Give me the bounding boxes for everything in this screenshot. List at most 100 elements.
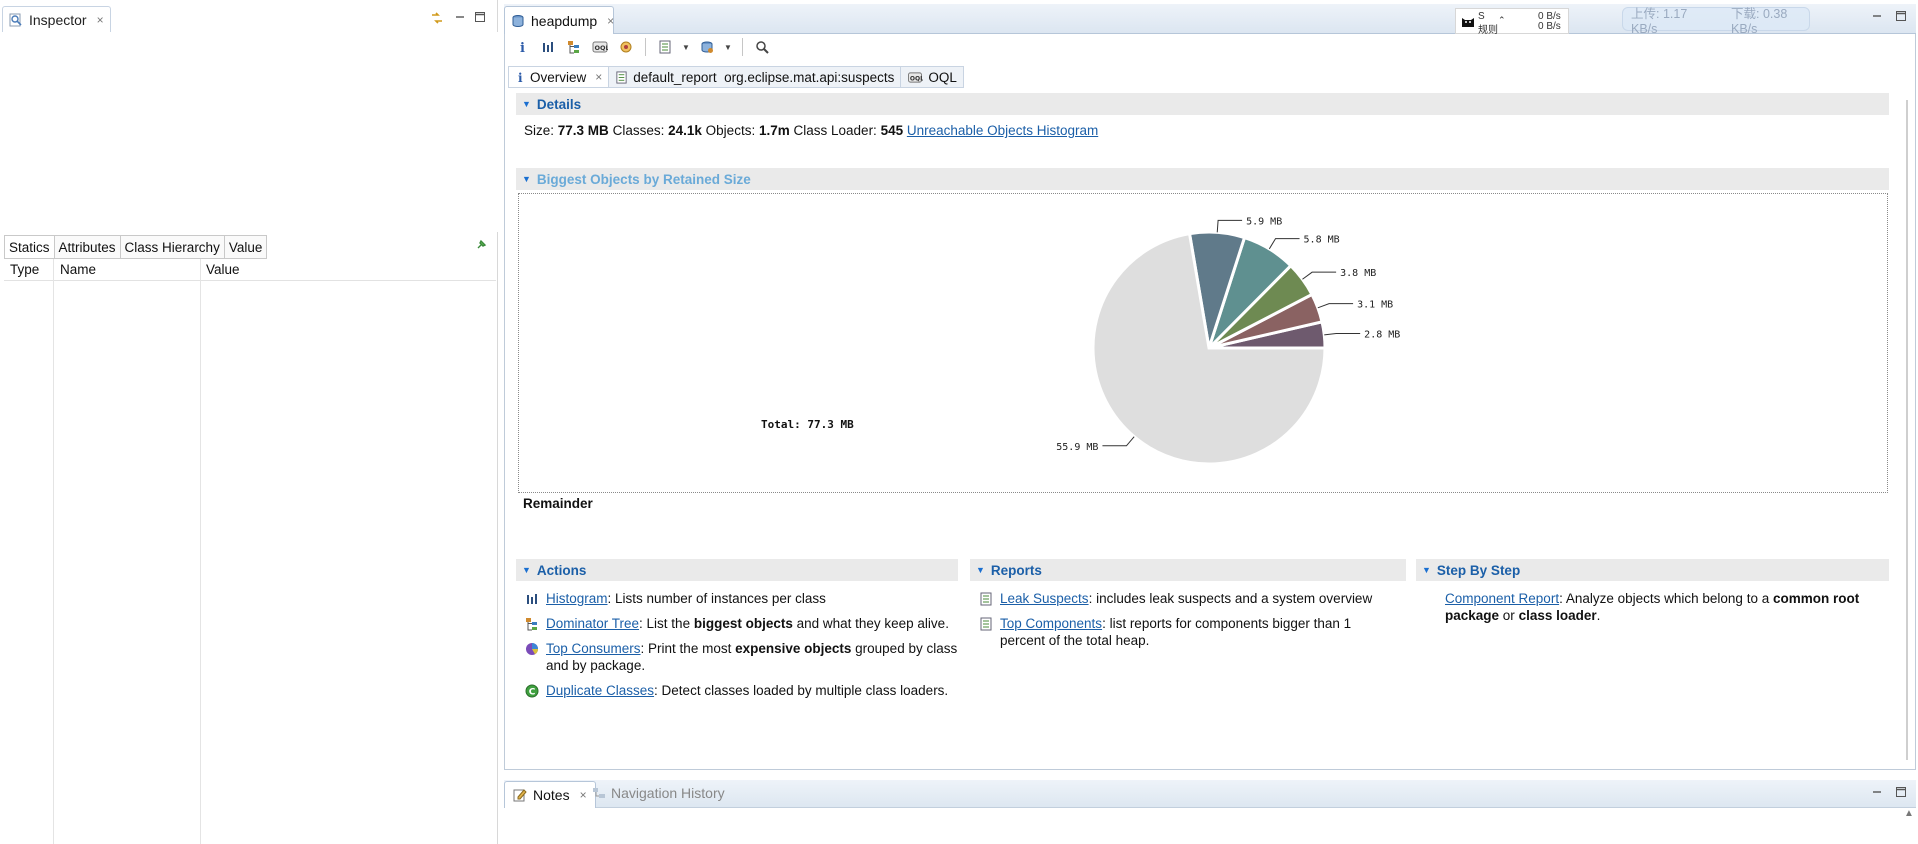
inspector-tabbar: Inspector ×: [2, 6, 496, 32]
minimize-icon[interactable]: [451, 9, 469, 25]
close-icon[interactable]: ×: [580, 788, 587, 802]
info-icon: i: [515, 71, 525, 84]
slice-leader-line: [1324, 332, 1361, 336]
column-value[interactable]: Value: [206, 262, 240, 277]
tab-oql-label: OQL: [928, 69, 957, 85]
tab-navigation-history[interactable]: Navigation History: [592, 785, 725, 801]
component-report-link[interactable]: Component Report: [1445, 591, 1559, 606]
actions-section-header[interactable]: ▼ Actions: [516, 559, 958, 581]
close-icon[interactable]: ×: [595, 70, 602, 84]
column-name[interactable]: Name: [60, 262, 96, 277]
inspector-magnifier-icon: [9, 13, 23, 27]
tab-attributes[interactable]: Attributes: [54, 235, 121, 259]
slice-leader-line: [1268, 238, 1300, 250]
top-consumers-icon: [524, 641, 540, 657]
biggest-objects-chart[interactable]: 2.8 MB 3.1 MB 3.8 MB 5.8 MB 5.9 MB 55.9 MB Tot…: [518, 193, 1888, 493]
close-icon[interactable]: ×: [97, 13, 104, 27]
duplicate-classes-link[interactable]: Duplicate Classes: [546, 683, 654, 698]
histogram-icon[interactable]: [538, 37, 558, 57]
pin-icon[interactable]: [474, 238, 488, 255]
top-components-link[interactable]: Top Components: [1000, 616, 1102, 631]
report-icon: [978, 616, 994, 632]
dropdown-icon[interactable]: ▼: [723, 37, 733, 57]
top-consumers-desc-a: : Print the most: [640, 641, 736, 656]
editor-toolbar: i OQL ▼ ▼: [508, 34, 1908, 60]
list-item: Top Components: list reports for compone…: [978, 615, 1380, 649]
class-loader-label: Class Loader:: [793, 123, 877, 138]
slice-leader-line: [1216, 219, 1243, 233]
heapdump-icon: [511, 14, 525, 28]
dropdown-icon[interactable]: ▼: [681, 37, 691, 57]
editor-scrollbar[interactable]: [1906, 100, 1908, 760]
slice-leader-line: [1317, 303, 1354, 309]
maximize-icon[interactable]: [1892, 784, 1910, 800]
queries-icon[interactable]: [697, 37, 717, 57]
tab-class-hierarchy[interactable]: Class Hierarchy: [120, 235, 225, 259]
tab-navigation-history-label: Navigation History: [611, 785, 725, 801]
tab-inspector[interactable]: Inspector ×: [2, 6, 111, 32]
list-item: Leak Suspects: includes leak suspects an…: [978, 590, 1380, 607]
reports-heading: Reports: [990, 562, 1042, 578]
tab-heapdump[interactable]: heapdump ×: [504, 6, 614, 34]
step-by-step-section-header[interactable]: ▼ Step By Step: [1416, 559, 1889, 581]
close-icon[interactable]: ×: [607, 14, 614, 28]
tab-overview[interactable]: i Overview ×: [508, 66, 610, 88]
minimize-icon[interactable]: [1868, 8, 1886, 24]
tab-value[interactable]: Value: [224, 235, 268, 259]
inspector-table-header: Type Name Value: [4, 259, 496, 281]
actions-heading: Actions: [536, 562, 587, 578]
classes-label: Classes:: [612, 123, 665, 138]
info-icon[interactable]: i: [512, 37, 532, 57]
duplicate-classes-icon: C: [524, 683, 540, 699]
tab-default-report-label: default_report org.eclipse.mat.api:suspe…: [633, 69, 895, 85]
list-item: C Duplicate Classes: Detect classes load…: [524, 682, 966, 699]
tab-notes[interactable]: Notes ×: [504, 781, 596, 808]
tab-default-report[interactable]: default_report org.eclipse.mat.api:suspe…: [609, 66, 902, 88]
inspector-subtabs: Statics Attributes Class Hierarchy Value: [4, 235, 268, 259]
tab-statics[interactable]: Statics: [4, 235, 55, 259]
dominator-desc-bold: biggest objects: [693, 616, 793, 631]
report-icon: [615, 70, 628, 84]
column-divider: [53, 259, 54, 844]
slice-label: 55.9 MB: [1056, 442, 1098, 453]
details-section-header[interactable]: ▼ Details: [516, 93, 1889, 115]
dominator-desc-b: and what they keep alive.: [792, 616, 949, 631]
details-heading: Details: [536, 96, 582, 112]
slice-label: 2.8 MB: [1364, 329, 1400, 340]
slice-label: 3.8 MB: [1340, 268, 1376, 279]
leak-suspects-link[interactable]: Leak Suspects: [1000, 591, 1089, 606]
dominator-tree-icon[interactable]: [564, 37, 584, 57]
objects-value: 1.7m: [758, 123, 790, 138]
oql-icon[interactable]: OQL: [590, 37, 610, 57]
report-icon[interactable]: [655, 37, 675, 57]
step-by-step-content: Component Report: Analyze objects which …: [1445, 590, 1875, 624]
maximize-icon[interactable]: [471, 9, 489, 25]
maximize-icon[interactable]: [1892, 8, 1910, 24]
slice-leader-line: [1302, 271, 1337, 280]
collapse-triangle-icon: ▼: [522, 174, 531, 184]
thread-icon[interactable]: [616, 37, 636, 57]
unreachable-objects-link[interactable]: Unreachable Objects Histogram: [907, 123, 1098, 138]
duplicate-classes-description: : Detect classes loaded by multiple clas…: [654, 683, 949, 698]
minimize-icon[interactable]: [1868, 784, 1886, 800]
reports-section-header[interactable]: ▼ Reports: [970, 559, 1406, 581]
search-icon[interactable]: [752, 37, 772, 57]
notes-icon: [513, 788, 527, 802]
collapse-triangle-icon: ▼: [1422, 565, 1431, 575]
histogram-link[interactable]: Histogram: [546, 591, 608, 606]
download-speed: 下载: 0.38 KB/s: [1731, 6, 1788, 36]
tab-oql[interactable]: OQL OQL: [901, 66, 964, 88]
column-type[interactable]: Type: [10, 262, 39, 277]
size-value: 77.3 MB: [557, 123, 609, 138]
dominator-tree-link[interactable]: Dominator Tree: [546, 616, 639, 631]
toolbar-separator: [742, 38, 743, 56]
scroll-up-icon[interactable]: ▲: [1904, 808, 1914, 819]
top-consumers-link[interactable]: Top Consumers: [546, 641, 641, 656]
classes-value: 24.1k: [668, 123, 702, 138]
link-with-editor-icon[interactable]: [428, 10, 446, 26]
svg-text:OQL: OQL: [910, 75, 923, 82]
remainder-label: Remainder: [523, 496, 593, 511]
biggest-objects-heading: Biggest Objects by Retained Size: [536, 171, 751, 187]
tab-notes-label: Notes: [533, 787, 570, 803]
biggest-objects-section-header[interactable]: ▼ Biggest Objects by Retained Size: [516, 168, 1889, 190]
